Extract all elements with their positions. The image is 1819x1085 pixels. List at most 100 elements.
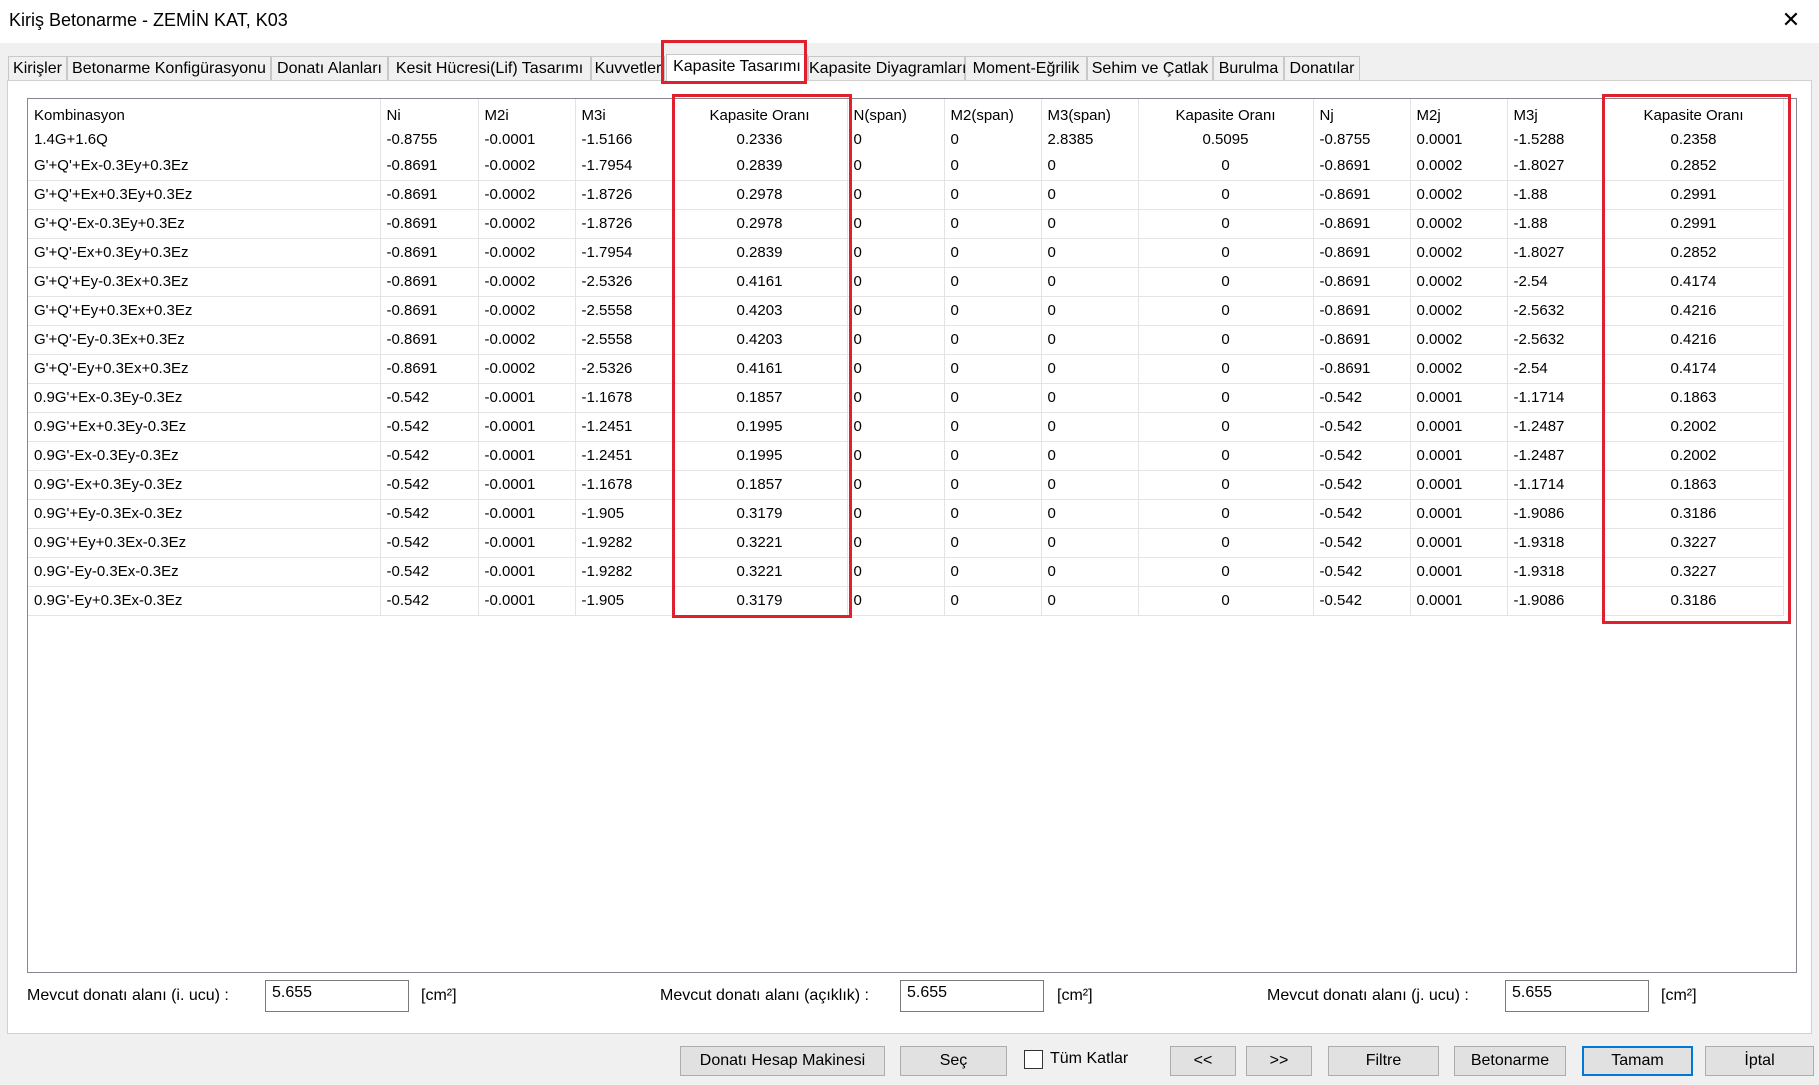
table-cell[interactable]: 0 — [944, 238, 1042, 268]
table-cell[interactable]: -0.542 — [1313, 412, 1411, 442]
table-cell[interactable]: 0.3179 — [672, 586, 848, 616]
table-cell[interactable]: 0 — [944, 267, 1042, 297]
table-cell[interactable]: -0.0001 — [478, 383, 576, 413]
table-cell[interactable]: 0.4174 — [1604, 354, 1784, 384]
table-cell[interactable]: -0.8691 — [1313, 354, 1411, 384]
table-cell[interactable]: -2.5558 — [575, 296, 673, 326]
table-cell[interactable]: -0.0002 — [478, 238, 576, 268]
table-cell[interactable]: -0.542 — [1313, 528, 1411, 558]
table-cell[interactable]: 0.0001 — [1410, 412, 1508, 442]
table-cell[interactable]: 0.4161 — [672, 267, 848, 297]
table-row[interactable]: G'+Q'-Ey+0.3Ex+0.3Ez -0.8691 -0.0002 -2.532… — [28, 354, 1784, 384]
table-row[interactable]: 0.9G'+Ey-0.3Ex-0.3Ez -0.542 -0.0001 -1.905 0… — [28, 499, 1784, 529]
table-cell[interactable]: 0 — [1041, 296, 1139, 326]
table-cell[interactable]: 0 — [1138, 441, 1314, 471]
table-cell[interactable]: G'+Q'+Ey-0.3Ex+0.3Ez — [28, 267, 381, 297]
cancel-button[interactable]: İptal — [1705, 1046, 1814, 1076]
table-cell[interactable]: 0.4216 — [1604, 296, 1784, 326]
table-cell[interactable]: -0.8691 — [1313, 325, 1411, 355]
table-cell[interactable]: 0 — [944, 528, 1042, 558]
col-header[interactable]: M3(span) — [1041, 99, 1139, 127]
table-cell[interactable]: -0.0001 — [478, 499, 576, 529]
table-cell[interactable]: -0.542 — [1313, 586, 1411, 616]
table-cell[interactable]: -0.8691 — [380, 238, 479, 268]
table-row[interactable]: G'+Q'+Ey+0.3Ex+0.3Ez -0.8691 -0.0002 -2.555… — [28, 296, 1784, 326]
col-header[interactable]: Ni — [380, 99, 479, 127]
table-cell[interactable]: 0 — [944, 151, 1042, 181]
tab-kesit-hucresi[interactable]: Kesit Hücresi(Lif) Tasarımı — [388, 56, 591, 80]
table-cell[interactable]: -0.542 — [380, 383, 479, 413]
table-cell[interactable]: -2.5632 — [1507, 296, 1605, 326]
table-cell[interactable]: 0 — [1138, 267, 1314, 297]
table-cell[interactable]: -0.8691 — [380, 325, 479, 355]
table-cell[interactable]: -0.8755 — [1313, 127, 1411, 151]
table-cell[interactable]: G'+Q'-Ex+0.3Ey+0.3Ez — [28, 238, 381, 268]
table-cell[interactable]: 0.9G'-Ex-0.3Ey-0.3Ez — [28, 441, 381, 471]
table-cell[interactable]: 0.9G'-Ey-0.3Ex-0.3Ez — [28, 557, 381, 587]
table-cell[interactable]: 2.8385 — [1041, 127, 1139, 151]
table-cell[interactable]: 0.1857 — [672, 383, 848, 413]
table-cell[interactable]: 0.0001 — [1410, 586, 1508, 616]
table-cell[interactable]: 0 — [1041, 586, 1139, 616]
col-header[interactable]: Kombinasyon — [28, 99, 381, 127]
table-row[interactable]: 0.9G'-Ex+0.3Ey-0.3Ez -0.542 -0.0001 -1.1678… — [28, 470, 1784, 500]
table-cell[interactable]: 0.2991 — [1604, 180, 1784, 210]
table-cell[interactable]: -0.542 — [1313, 441, 1411, 471]
table-cell[interactable]: -1.9318 — [1507, 557, 1605, 587]
tab-burulma[interactable]: Burulma — [1213, 56, 1284, 80]
table-cell[interactable]: 0.0001 — [1410, 441, 1508, 471]
table-cell[interactable]: 0 — [847, 586, 945, 616]
table-row[interactable]: 0.9G'+Ey+0.3Ex-0.3Ez -0.542 -0.0001 -1.9282… — [28, 528, 1784, 558]
table-cell[interactable]: 0 — [944, 557, 1042, 587]
table-cell[interactable]: 0 — [1041, 441, 1139, 471]
tab-donatilar[interactable]: Donatılar — [1284, 56, 1360, 80]
table-cell[interactable]: 0.4203 — [672, 296, 848, 326]
table-cell[interactable]: 0 — [944, 499, 1042, 529]
table-cell[interactable]: 0 — [1041, 528, 1139, 558]
table-cell[interactable]: -0.542 — [1313, 383, 1411, 413]
table-cell[interactable]: -0.542 — [380, 586, 479, 616]
previous-button[interactable]: << — [1170, 1046, 1236, 1076]
table-cell[interactable]: 0.9G'+Ey+0.3Ex-0.3Ez — [28, 528, 381, 558]
table-cell[interactable]: -1.905 — [575, 586, 673, 616]
table-cell[interactable]: 0 — [944, 383, 1042, 413]
table-cell[interactable]: 0 — [1041, 412, 1139, 442]
table-cell[interactable]: 0.2839 — [672, 151, 848, 181]
table-cell[interactable]: 0 — [847, 325, 945, 355]
table-cell[interactable]: 0.2336 — [672, 127, 848, 151]
table-cell[interactable]: -0.542 — [1313, 499, 1411, 529]
table-cell[interactable]: 0.9G'-Ex+0.3Ey-0.3Ez — [28, 470, 381, 500]
table-cell[interactable]: 0 — [847, 528, 945, 558]
table-cell[interactable]: 0.3221 — [672, 557, 848, 587]
table-cell[interactable]: -0.0002 — [478, 267, 576, 297]
table-cell[interactable]: 0 — [944, 325, 1042, 355]
table-cell[interactable]: -0.8691 — [1313, 180, 1411, 210]
table-cell[interactable]: -0.542 — [380, 528, 479, 558]
table-cell[interactable]: 0 — [1041, 499, 1139, 529]
table-cell[interactable]: 0 — [847, 180, 945, 210]
table-cell[interactable]: 0.9G'+Ey-0.3Ex-0.3Ez — [28, 499, 381, 529]
table-cell[interactable]: 0.3186 — [1604, 499, 1784, 529]
table-cell[interactable]: 0.2002 — [1604, 412, 1784, 442]
table-cell[interactable]: 0 — [1138, 383, 1314, 413]
table-cell[interactable]: -0.8691 — [380, 296, 479, 326]
table-cell[interactable]: 0.5095 — [1138, 127, 1314, 151]
table-cell[interactable]: -0.8691 — [380, 209, 479, 239]
table-cell[interactable]: G'+Q'+Ex+0.3Ey+0.3Ez — [28, 180, 381, 210]
table-cell[interactable]: -1.1714 — [1507, 383, 1605, 413]
table-cell[interactable]: -0.0001 — [478, 586, 576, 616]
table-cell[interactable]: G'+Q'-Ex-0.3Ey+0.3Ez — [28, 209, 381, 239]
table-cell[interactable]: 0 — [1138, 238, 1314, 268]
table-cell[interactable]: -0.0001 — [478, 127, 576, 151]
table-cell[interactable]: -1.8027 — [1507, 151, 1605, 181]
table-cell[interactable]: 0 — [1138, 470, 1314, 500]
table-cell[interactable]: -0.542 — [380, 470, 479, 500]
table-cell[interactable]: -0.8691 — [1313, 296, 1411, 326]
table-cell[interactable]: -0.542 — [380, 499, 479, 529]
table-cell[interactable]: 0 — [1138, 325, 1314, 355]
col-header[interactable]: Kapasite Oranı — [672, 99, 848, 127]
table-cell[interactable]: 0 — [1138, 151, 1314, 181]
table-cell[interactable]: 0 — [847, 354, 945, 384]
tab-moment-egrilik[interactable]: Moment-Eğrilik — [965, 56, 1087, 80]
table-cell[interactable]: -2.5558 — [575, 325, 673, 355]
